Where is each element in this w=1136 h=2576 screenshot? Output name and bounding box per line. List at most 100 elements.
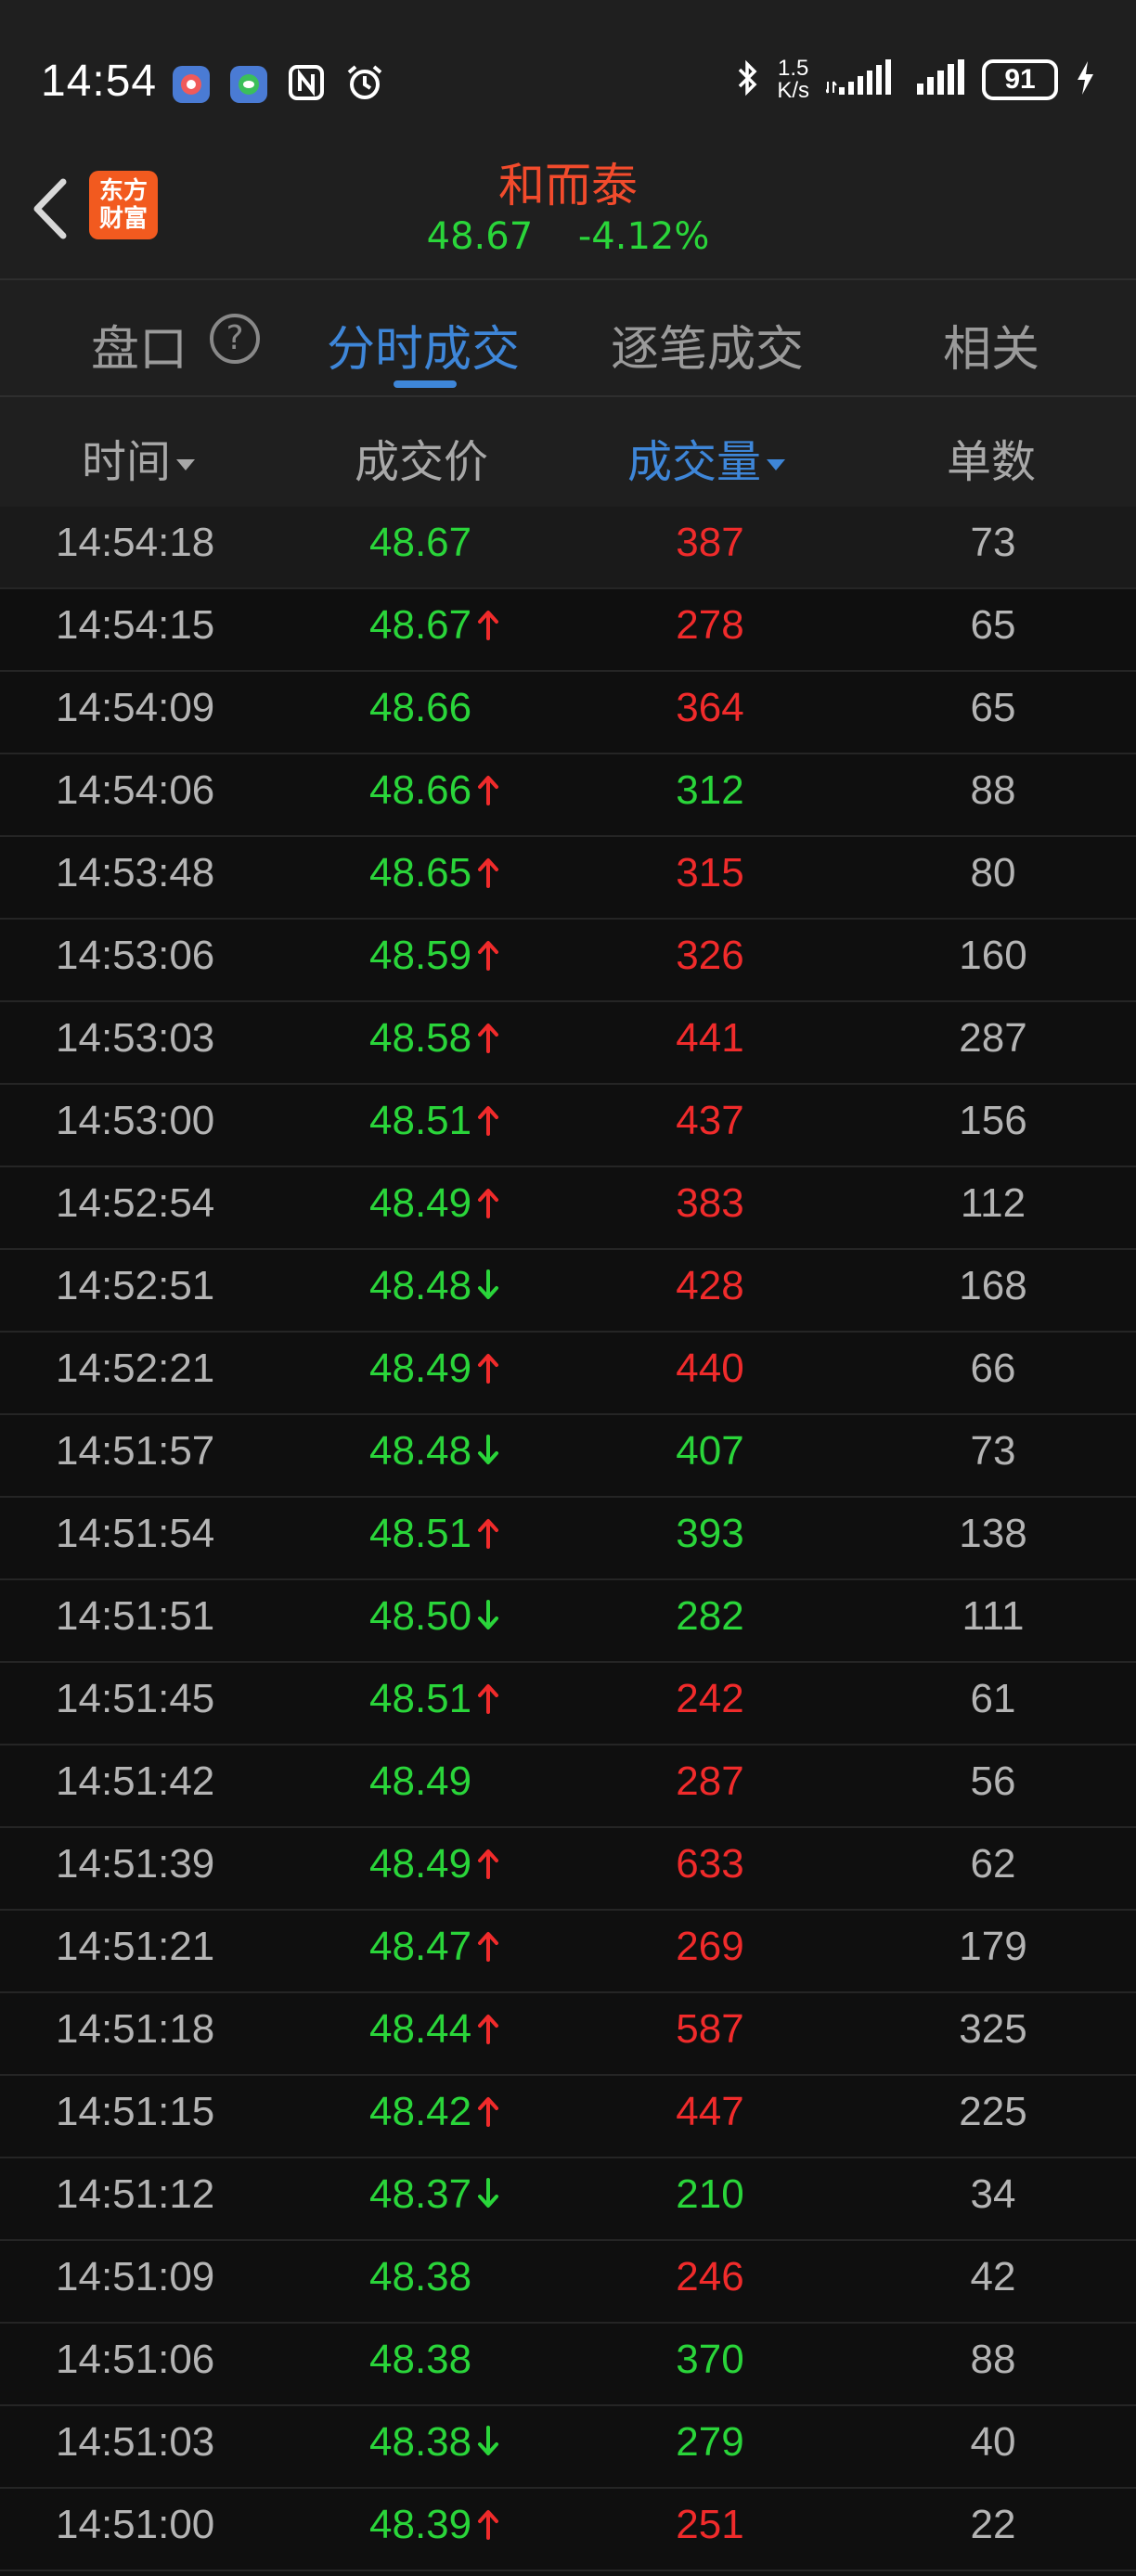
table-row[interactable]: 14:51:03 48.38 279 40 xyxy=(0,2406,1136,2489)
arrow-up-icon xyxy=(478,611,499,640)
trade-count: 225 xyxy=(959,2089,1027,2134)
trade-count: 73 xyxy=(970,520,1016,565)
bluetooth-icon xyxy=(736,59,760,100)
trade-price: 48.51 xyxy=(369,1098,499,1144)
table-row[interactable]: 14:51:57 48.48 407 73 xyxy=(0,1415,1136,1498)
table-row[interactable]: 14:54:18 48.67 387 73 xyxy=(0,507,1136,589)
trade-time: 14:51:15 xyxy=(56,2089,215,2134)
trade-volume: 246 xyxy=(676,2254,744,2299)
trade-time: 14:53:48 xyxy=(56,850,215,895)
trade-count: 66 xyxy=(970,1346,1016,1391)
trade-volume: 440 xyxy=(676,1346,744,1391)
table-row[interactable]: 14:54:15 48.67 278 65 xyxy=(0,589,1136,672)
table-row[interactable]: 14:51:00 48.39 251 22 xyxy=(0,2489,1136,2571)
trade-count: 62 xyxy=(970,1841,1016,1887)
table-row[interactable]: 14:53:03 48.58 441 287 xyxy=(0,1002,1136,1085)
table-row[interactable]: 14:52:21 48.49 440 66 xyxy=(0,1333,1136,1415)
table-row[interactable]: 14:51:45 48.51 242 61 xyxy=(0,1663,1136,1745)
table-row[interactable]: 14:51:12 48.37 210 34 xyxy=(0,2158,1136,2241)
trade-price: 48.48 xyxy=(369,1263,499,1309)
trade-price: 48.49 xyxy=(369,1758,472,1804)
trade-volume: 278 xyxy=(676,602,744,648)
trade-volume: 269 xyxy=(676,1924,744,1969)
column-header-time[interactable]: 时间 xyxy=(82,425,196,490)
trade-price: 48.50 xyxy=(369,1593,499,1640)
table-row[interactable]: 14:51:06 48.38 370 88 xyxy=(0,2324,1136,2406)
table-row[interactable]: 14:51:09 48.38 246 42 xyxy=(0,2241,1136,2324)
trade-time: 14:51:00 xyxy=(56,2502,215,2547)
trade-volume: 428 xyxy=(676,1263,744,1308)
table-row[interactable]: 14:54:06 48.66 312 88 xyxy=(0,754,1136,837)
network-speed: 1.5 K/s xyxy=(777,56,809,103)
arrow-up-icon xyxy=(478,2097,499,2127)
trade-count: 40 xyxy=(970,2419,1016,2465)
trade-price: 48.59 xyxy=(369,933,499,979)
arrow-up-icon xyxy=(478,776,499,805)
arrow-down-icon xyxy=(478,2426,499,2455)
table-row[interactable]: 14:51:54 48.51 393 138 xyxy=(0,1498,1136,1580)
trade-time: 14:51:03 xyxy=(56,2419,215,2465)
table-row[interactable]: 14:51:39 48.49 633 62 xyxy=(0,1828,1136,1911)
battery-indicator: 91 xyxy=(982,59,1058,100)
table-row[interactable]: 14:51:18 48.44 587 325 xyxy=(0,1993,1136,2076)
arrow-up-icon xyxy=(478,1932,499,1962)
sort-caret-icon xyxy=(176,459,196,470)
table-row[interactable]: 14:54:09 48.66 364 65 xyxy=(0,672,1136,754)
trade-price: 48.65 xyxy=(369,850,499,896)
stock-header: 东方 财富 和而泰 48.67 -4.12% xyxy=(0,139,1136,278)
system-icons: 1.5 K/s 91 xyxy=(736,58,1095,102)
trade-price: 48.66 xyxy=(369,767,499,814)
table-row[interactable]: 14:53:48 48.65 315 80 xyxy=(0,837,1136,920)
stock-name: 和而泰 xyxy=(498,159,638,213)
trade-price: 48.51 xyxy=(369,1676,499,1722)
trade-count: 160 xyxy=(959,933,1027,978)
tab-order-book[interactable]: 盘口 xyxy=(91,310,187,380)
trade-count: 325 xyxy=(959,2006,1027,2052)
active-tab-indicator xyxy=(394,380,457,388)
arrow-up-icon xyxy=(478,2510,499,2540)
trade-count: 88 xyxy=(970,767,1016,813)
table-row[interactable]: 14:53:06 48.59 326 160 xyxy=(0,920,1136,1002)
trade-volume: 282 xyxy=(676,1593,744,1639)
arrow-up-icon xyxy=(478,2015,499,2044)
trade-volume: 387 xyxy=(676,520,744,565)
column-header-volume[interactable]: 成交量 xyxy=(627,425,786,490)
arrow-up-icon xyxy=(478,858,499,888)
trades-list[interactable]: 14:54:18 48.67 387 73 14:54:15 48.67 278 65 14:5… xyxy=(0,507,1136,2571)
trade-time: 14:53:03 xyxy=(56,1015,215,1061)
trade-price: 48.66 xyxy=(369,685,472,730)
trade-time: 14:51:12 xyxy=(56,2171,215,2217)
trade-volume: 315 xyxy=(676,850,744,895)
trade-time: 14:51:51 xyxy=(56,1593,215,1639)
charging-icon xyxy=(1075,59,1095,100)
stock-price: 48.67 xyxy=(426,215,534,258)
trade-count: 156 xyxy=(959,1098,1027,1143)
tab-tick-trades[interactable]: 逐笔成交 xyxy=(611,310,804,380)
trade-time: 14:51:54 xyxy=(56,1511,215,1556)
trade-price: 48.38 xyxy=(369,2337,472,2382)
table-row[interactable]: 14:51:15 48.42 447 225 xyxy=(0,2076,1136,2158)
table-row[interactable]: 14:51:51 48.50 282 111 xyxy=(0,1580,1136,1663)
table-row[interactable]: 14:52:54 48.49 383 112 xyxy=(0,1167,1136,1250)
trade-volume: 242 xyxy=(676,1676,744,1721)
trade-volume: 210 xyxy=(676,2171,744,2217)
arrow-up-icon xyxy=(478,1684,499,1714)
trade-price: 48.44 xyxy=(369,2006,499,2053)
status-time: 14:54 xyxy=(41,57,158,106)
column-header-count: 单数 xyxy=(947,436,1037,488)
trade-volume: 587 xyxy=(676,2006,744,2052)
trade-time: 14:54:06 xyxy=(56,767,215,813)
help-icon[interactable]: ? xyxy=(210,314,260,364)
trade-volume: 287 xyxy=(676,1758,744,1804)
trade-price: 48.67 xyxy=(369,520,472,565)
table-row[interactable]: 14:51:42 48.49 287 56 xyxy=(0,1745,1136,1828)
trade-price: 48.39 xyxy=(369,2502,499,2548)
table-row[interactable]: 14:52:51 48.48 428 168 xyxy=(0,1250,1136,1333)
trade-time: 14:52:51 xyxy=(56,1263,215,1308)
tab-related[interactable]: 相关 xyxy=(943,310,1039,380)
trade-price: 48.48 xyxy=(369,1428,499,1475)
tab-time-trades[interactable]: 分时成交 xyxy=(327,310,520,380)
arrow-down-icon xyxy=(478,1600,499,1629)
table-row[interactable]: 14:53:00 48.51 437 156 xyxy=(0,1085,1136,1167)
table-row[interactable]: 14:51:21 48.47 269 179 xyxy=(0,1911,1136,1993)
